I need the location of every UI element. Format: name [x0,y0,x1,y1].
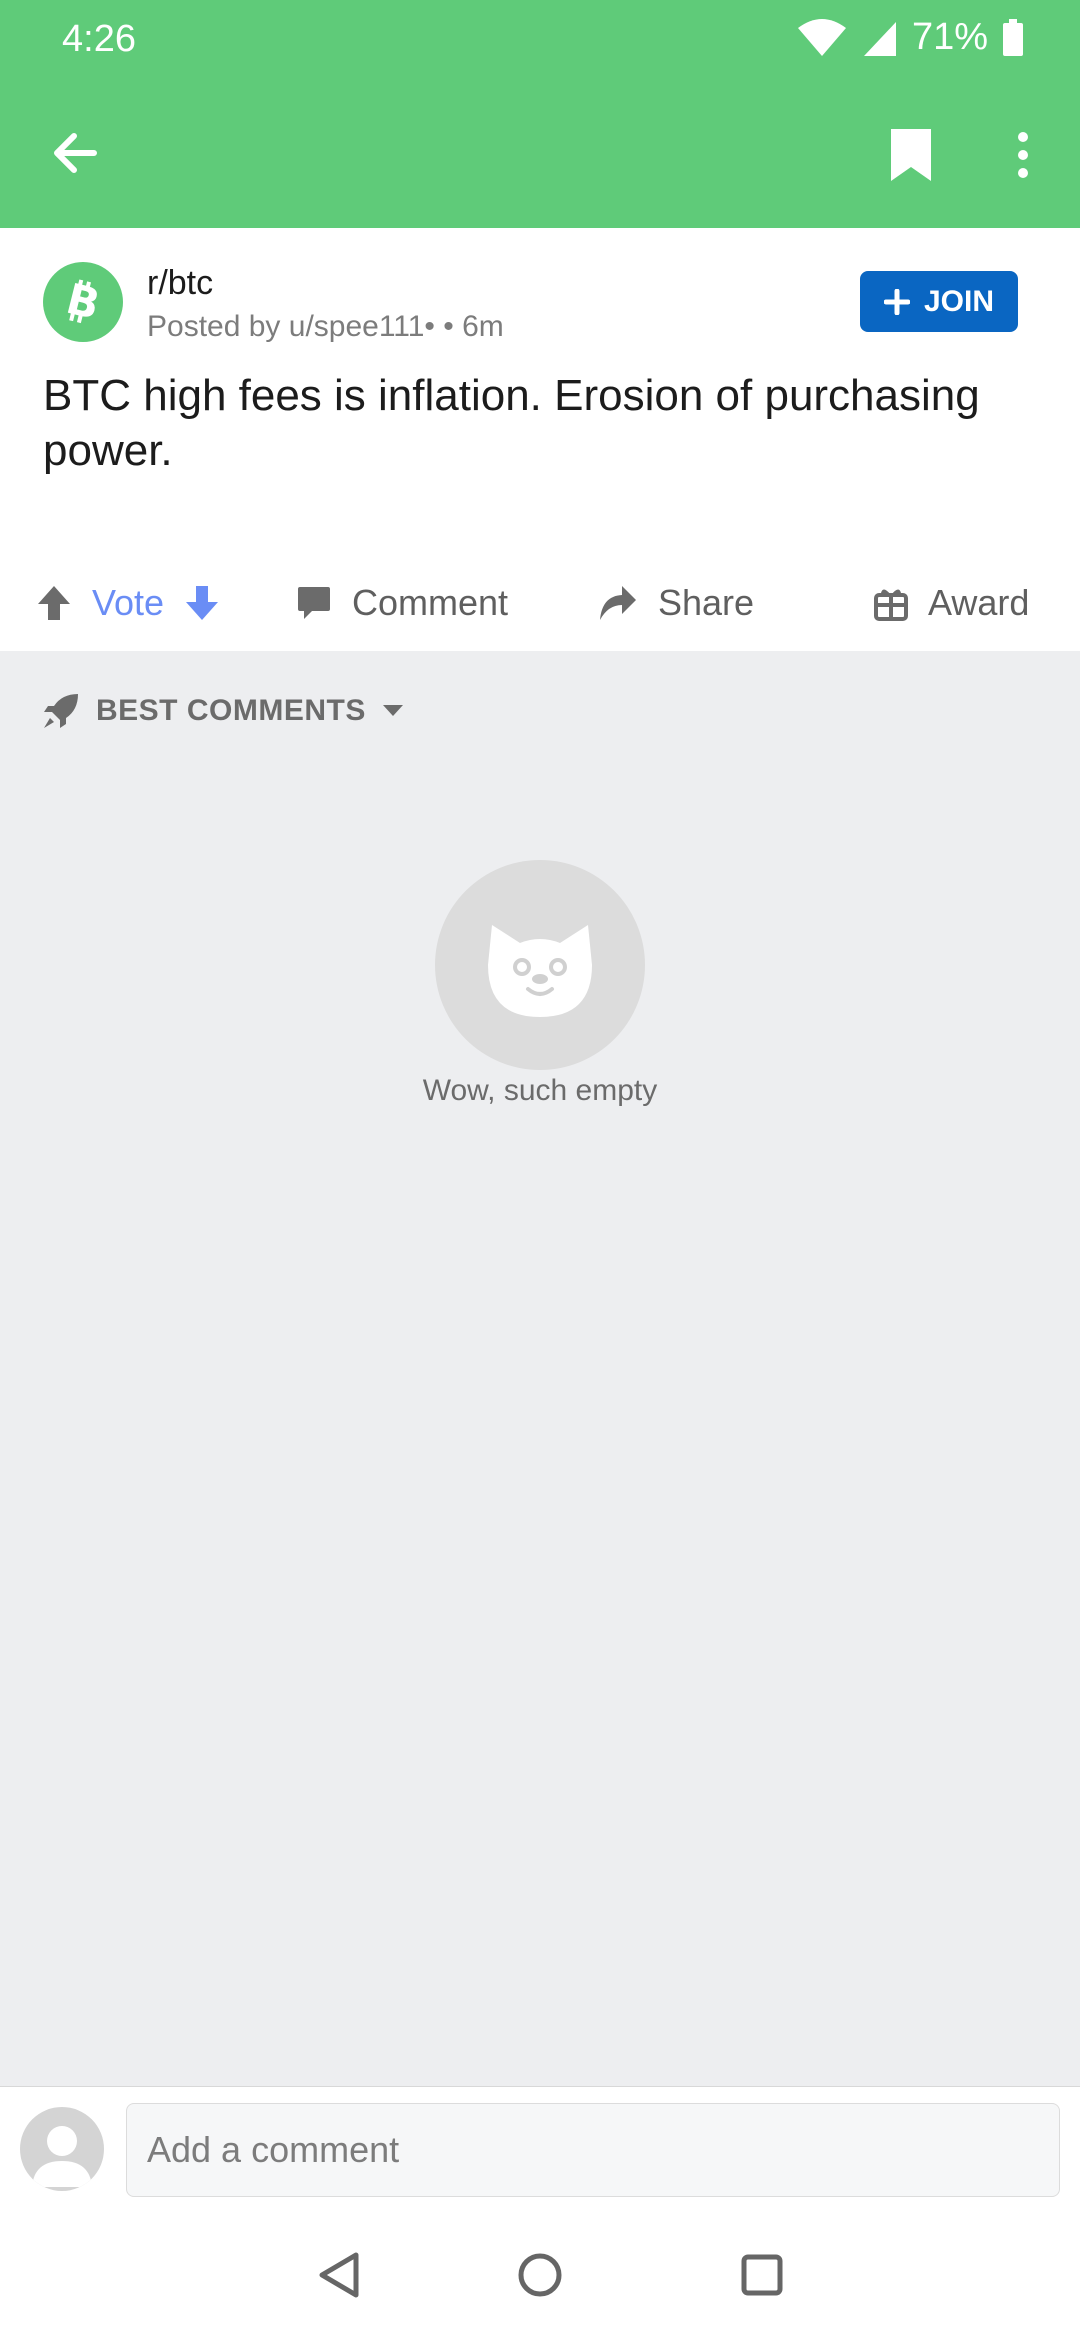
gift-icon [874,589,908,621]
app-bar [0,78,1080,228]
add-comment-input[interactable]: Add a comment [126,2103,1060,2197]
status-bar: 4:26 71% [0,0,1080,78]
battery-icon [1003,18,1023,56]
comment-placeholder: Add a comment [147,2129,400,2170]
more-options-button[interactable] [988,120,1058,190]
empty-state-text: Wow, such empty [422,1074,658,1107]
battery-percentage: 71% [911,16,988,58]
status-time: 4:26 [62,18,136,60]
comment-button[interactable]: Comment [296,558,508,648]
bookmark-icon [891,129,931,181]
post-age: • 6m [434,310,504,343]
post-meta: Posted by u/spee111• • 6m [147,310,504,344]
subreddit-name[interactable]: r/btc [147,264,213,303]
comment-label: Comment [352,582,509,623]
cell-signal-icon [863,21,896,56]
empty-state-illustration [435,860,645,1070]
wifi-icon [797,18,846,56]
nav-back-button[interactable] [305,2240,375,2310]
status-icons: 71% [796,16,1024,59]
back-button[interactable] [40,118,110,188]
post-action-row: Vote Comment Share Award [0,558,1080,648]
comment-bar: Add a comment [0,2086,1080,2211]
downvote-arrow-icon[interactable] [184,584,220,622]
save-button[interactable] [876,120,946,190]
plus-icon [883,288,910,315]
join-label: JOIN [923,284,995,318]
triangle-back-icon [319,2252,359,2298]
arrow-left-icon [54,133,97,173]
share-arrow-icon [600,586,636,620]
more-vertical-icon [1018,132,1028,178]
share-label: Share [658,582,755,623]
circle-home-icon [518,2253,562,2297]
vote-label: Vote [92,582,165,623]
join-button[interactable]: JOIN [860,271,1018,332]
upvote-arrow-icon[interactable] [36,584,72,622]
award-label: Award [928,582,1030,623]
user-silhouette-icon [32,2126,92,2187]
award-button[interactable]: Award [874,558,1029,648]
post-card: B r/btc Posted by u/spee111• • 6m JOIN B… [0,228,1080,651]
user-avatar[interactable] [20,2107,104,2191]
sort-label: BEST COMMENTS [96,694,366,727]
subreddit-avatar[interactable]: B [43,262,123,342]
nav-recents-button[interactable] [727,2240,797,2310]
post-title: BTC high fees is inflation. Erosion of p… [43,371,980,475]
comment-bubble-icon [298,587,330,619]
comment-sort-selector[interactable]: BEST COMMENTS [42,692,404,730]
square-recents-icon [741,2254,783,2296]
bitcoin-icon: B [62,276,105,328]
rocket-icon [44,694,78,728]
caret-down-icon [382,705,403,716]
system-navigation-bar [0,2210,1080,2340]
cat-face-icon [488,925,592,1017]
share-button[interactable]: Share [596,558,754,648]
svg-text:B: B [62,276,105,328]
vote-control: Vote [36,558,220,648]
post-author[interactable]: Posted by u/spee111• [147,310,435,343]
nav-home-button[interactable] [505,2240,575,2310]
